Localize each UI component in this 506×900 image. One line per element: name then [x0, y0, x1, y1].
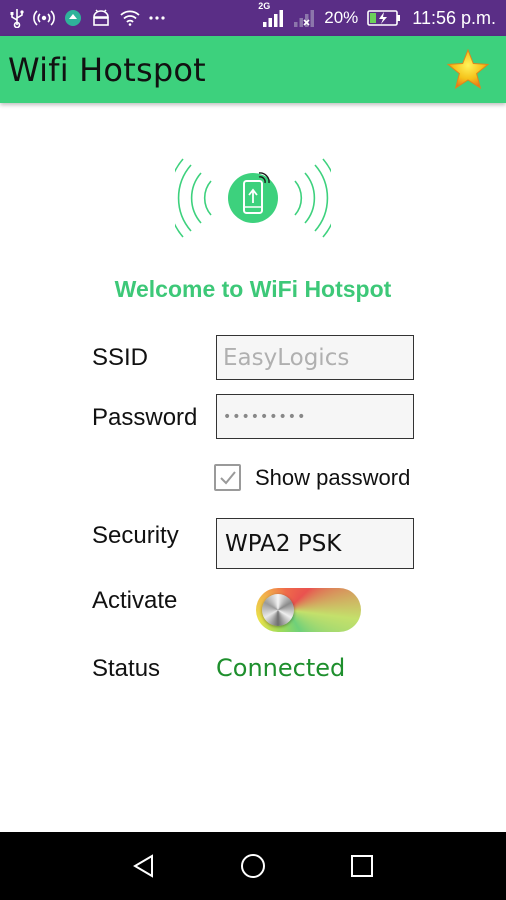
- battery-percent: 20%: [324, 8, 359, 27]
- app-bar: Wifi Hotspot: [0, 36, 506, 103]
- welcome-heading: Welcome to WiFi Hotspot: [114, 276, 392, 302]
- hotspot-icon: [33, 9, 55, 27]
- status-label: Status: [92, 655, 161, 682]
- recents-icon: [350, 855, 373, 877]
- network-type-label: 2G: [258, 1, 271, 11]
- clock: 11:56 p.m.: [412, 7, 496, 28]
- password-input-value: •••••••••: [223, 408, 307, 425]
- recents-button[interactable]: [342, 846, 382, 886]
- hotspot-phone-icon: [167, 158, 339, 238]
- back-icon: [133, 854, 154, 878]
- status-bar-left: [10, 8, 165, 28]
- app-title: Wifi Hotspot: [8, 50, 206, 89]
- more-icon: [149, 15, 165, 21]
- app-icon: [64, 9, 82, 27]
- toggle-knob: [262, 594, 294, 626]
- security-label: Security: [92, 522, 179, 549]
- star-icon: [446, 48, 490, 89]
- security-selected-value: WPA2 PSK: [225, 530, 342, 557]
- status-value: Connected: [216, 654, 346, 682]
- android-debug-icon: [91, 9, 111, 27]
- password-field[interactable]: •••••••••: [216, 394, 414, 439]
- home-icon: [240, 854, 265, 878]
- ssid-input[interactable]: [223, 344, 413, 371]
- activate-toggle[interactable]: [256, 588, 361, 632]
- home-button[interactable]: [233, 846, 273, 886]
- ssid-field: [216, 335, 414, 380]
- back-button[interactable]: [124, 846, 164, 886]
- favorite-button[interactable]: [446, 48, 490, 92]
- battery-charging-icon: [367, 9, 401, 27]
- hotspot-illustration: [167, 155, 339, 241]
- wifi-icon: [120, 10, 140, 26]
- signal-icon: 2G: [258, 1, 284, 28]
- status-bar: 2G 20% 11:56 p.m.: [0, 0, 506, 36]
- checkmark-icon: [219, 470, 236, 484]
- activate-label: Activate: [92, 587, 178, 614]
- security-select[interactable]: WPA2 PSK: [216, 518, 414, 569]
- show-password-row: Show password: [214, 464, 410, 491]
- show-password-checkbox[interactable]: [214, 464, 241, 491]
- show-password-label: Show password: [255, 464, 411, 490]
- status-bar-right: 2G 20% 11:56 p.m.: [258, 1, 496, 29]
- navigation-bar: [0, 832, 506, 900]
- no-signal-icon: [293, 8, 315, 28]
- ssid-label: SSID: [92, 344, 149, 371]
- password-label: Password: [92, 404, 198, 431]
- usb-icon: [10, 8, 24, 28]
